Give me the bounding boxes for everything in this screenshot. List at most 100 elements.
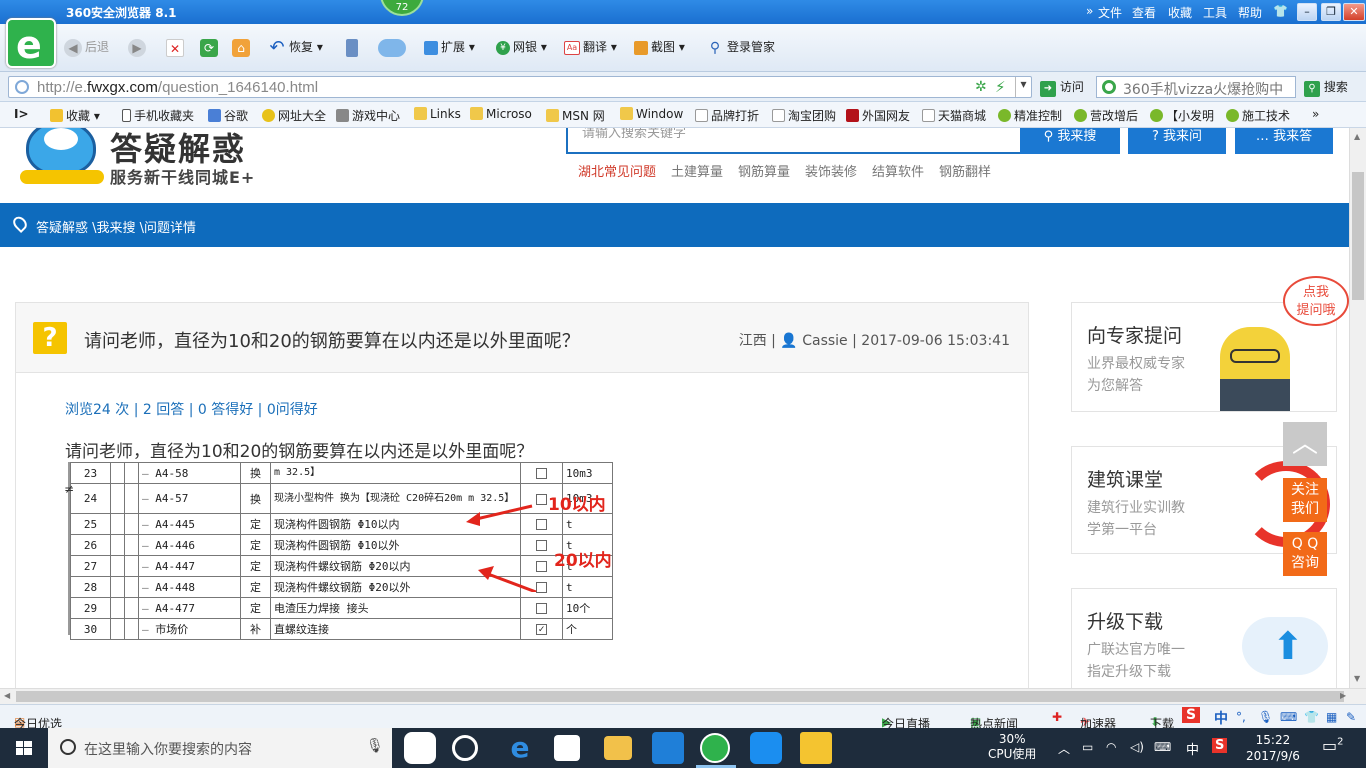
- taskbar-ime[interactable]: 中: [1186, 739, 1199, 758]
- search-engine-input[interactable]: 360手机vizza火爆抢购中: [1096, 76, 1296, 98]
- cpu-monitor[interactable]: 30% CPU使用: [988, 732, 1036, 762]
- start-button[interactable]: [0, 728, 48, 768]
- skin-icon[interactable]: 👕: [1304, 710, 1319, 724]
- login-manager-button[interactable]: ⚲ 登录管家: [706, 36, 775, 58]
- settings-icon[interactable]: ✎: [1346, 710, 1356, 724]
- follow-us-button[interactable]: 关注 我们: [1283, 478, 1327, 522]
- bookmark-google[interactable]: 谷歌: [208, 107, 248, 124]
- back-button[interactable]: ◀ 后退: [64, 36, 109, 58]
- hotlink-settlement[interactable]: 结算软件: [872, 161, 924, 180]
- bookmark-vat-reform[interactable]: 营改增后: [1074, 107, 1138, 124]
- ask-me-button[interactable]: ? 我来问: [1128, 128, 1226, 154]
- compat-icon[interactable]: ✲: [975, 79, 987, 95]
- breadcrumb[interactable]: 答疑解惑 \我来搜 \问题详情: [36, 217, 196, 236]
- chevron-menu-icon[interactable]: »: [1086, 4, 1093, 18]
- hotlink-rebar-layout[interactable]: 钢筋翻样: [939, 161, 991, 180]
- bookmark-windows[interactable]: Window: [620, 107, 683, 121]
- toolbox-icon[interactable]: ▦: [1326, 710, 1337, 724]
- bookmark-tmall[interactable]: 天猫商城: [922, 107, 986, 124]
- close-button[interactable]: ✕: [1343, 3, 1365, 21]
- notes-icon[interactable]: [800, 732, 832, 764]
- bookmark-taobao-group[interactable]: 淘宝团购: [772, 107, 836, 124]
- search-me-button[interactable]: ⚲ 我来搜: [1020, 128, 1120, 154]
- bookmark-microsoft[interactable]: Microso: [470, 107, 532, 121]
- site-search-input[interactable]: 请输入搜索关键字: [566, 128, 1022, 154]
- bookmark-mobile[interactable]: 手机收藏夹: [122, 107, 194, 124]
- menu-tools[interactable]: 工具: [1203, 4, 1227, 21]
- edge-icon[interactable]: e: [504, 732, 536, 764]
- bookmark-brand-discount[interactable]: 品牌打折: [695, 107, 759, 124]
- bookmarks-more-icon[interactable]: »: [1312, 107, 1319, 121]
- home-button[interactable]: ⌂: [232, 36, 253, 58]
- taskbar-search-input[interactable]: 在这里输入你要搜索的内容 🎙: [48, 728, 392, 768]
- row-checkbox[interactable]: [520, 462, 563, 484]
- address-url[interactable]: http://e.fwxgx.com/question_1646140.html: [37, 79, 318, 96]
- app-plus-icon[interactable]: [750, 732, 782, 764]
- speed-mode-icon[interactable]: ⚡: [995, 78, 1006, 96]
- app-g-icon[interactable]: [452, 735, 478, 761]
- forward-button[interactable]: ▶: [128, 36, 149, 58]
- sidebar-toggle-icon[interactable]: I>: [14, 107, 29, 121]
- vertical-scroll-thumb[interactable]: [1352, 172, 1364, 300]
- sogou-ime-icon[interactable]: S: [1182, 707, 1201, 723]
- minimize-button[interactable]: –: [1297, 3, 1317, 21]
- battery-icon[interactable]: ▭: [1082, 740, 1093, 754]
- hotlink-rebar[interactable]: 钢筋算量: [738, 161, 790, 180]
- back-to-top-button[interactable]: ︿: [1283, 422, 1327, 466]
- medical-icon[interactable]: ✚: [1052, 710, 1062, 724]
- search-button[interactable]: ⚲ 搜索: [1304, 78, 1348, 97]
- 360-browser-taskbar-icon[interactable]: [700, 733, 730, 763]
- screenshot-button[interactable]: 截图 ▾: [634, 36, 685, 58]
- bookmark-favorites[interactable]: 收藏 ▾: [50, 107, 100, 124]
- hotlink-hubei[interactable]: 湖北常见问题: [578, 161, 656, 180]
- vertical-scrollbar[interactable]: ▲ ▼: [1349, 128, 1366, 688]
- qq-consult-button[interactable]: Q Q 咨询: [1283, 532, 1327, 576]
- menu-favorites[interactable]: 收藏: [1168, 4, 1192, 21]
- volume-icon[interactable]: ◁): [1130, 740, 1144, 754]
- skin-icon[interactable]: 👕: [1273, 4, 1288, 18]
- address-dropdown-icon[interactable]: ▾: [1015, 77, 1031, 97]
- ime-mode[interactable]: 中: [1214, 708, 1228, 728]
- restore-button[interactable]: ❐: [1321, 3, 1341, 21]
- upgrade-card[interactable]: 升级下载 广联达官方唯一 指定升级下载 ⬆: [1071, 588, 1337, 688]
- horizontal-scroll-thumb[interactable]: [16, 691, 1344, 702]
- tray-expand-icon[interactable]: ︿: [1058, 740, 1070, 757]
- bookmark-links[interactable]: Links: [414, 107, 461, 121]
- bookmark-foreign-users[interactable]: 外国网友: [846, 107, 910, 124]
- refresh-button[interactable]: ⟳: [200, 36, 221, 58]
- sogou-tray-icon[interactable]: S: [1212, 738, 1228, 753]
- menu-file[interactable]: 文件: [1098, 4, 1122, 21]
- visit-button[interactable]: ➜ 访问: [1040, 78, 1084, 97]
- question-user[interactable]: Cassie: [802, 333, 847, 349]
- bookmark-games[interactable]: 游戏中心: [336, 107, 400, 124]
- horizontal-scrollbar[interactable]: ◀ ▶: [0, 688, 1366, 704]
- extensions-button[interactable]: 扩展 ▾: [424, 36, 475, 58]
- row-checkbox[interactable]: ✓: [520, 618, 563, 640]
- address-bar[interactable]: http://e.fwxgx.com/question_1646140.html…: [8, 76, 1032, 98]
- restore-tab-button[interactable]: ↶ 恢复 ▾: [268, 36, 322, 58]
- clock[interactable]: 15:22 2017/9/6: [1246, 732, 1300, 764]
- store-icon[interactable]: [554, 735, 580, 761]
- hotlink-decoration[interactable]: 装饰装修: [805, 161, 857, 180]
- punctuation-icon[interactable]: °,: [1236, 710, 1246, 724]
- touch-keyboard-icon[interactable]: ⌨: [1154, 740, 1171, 754]
- microphone-icon[interactable]: 🎙: [366, 738, 384, 754]
- task-view-icon[interactable]: [404, 732, 436, 764]
- score-badge[interactable]: 72: [380, 0, 424, 16]
- app-glodon-icon[interactable]: [652, 732, 684, 764]
- translate-button[interactable]: Aa 翻译 ▾: [564, 36, 617, 58]
- file-explorer-icon[interactable]: [604, 736, 632, 760]
- netbank-button[interactable]: ¥ 网银 ▾: [496, 36, 547, 58]
- bookmark-precise-control[interactable]: 精准控制: [998, 107, 1062, 124]
- bookmark-msn[interactable]: MSN 网: [546, 107, 605, 124]
- hotlink-civil[interactable]: 土建算量: [671, 161, 723, 180]
- keyboard-icon[interactable]: ⌨: [1280, 710, 1297, 724]
- bookmark-hao[interactable]: 网址大全: [262, 107, 326, 124]
- mobile-button[interactable]: [346, 36, 361, 58]
- menu-help[interactable]: 帮助: [1238, 4, 1262, 21]
- menu-view[interactable]: 查看: [1132, 4, 1156, 21]
- browser-logo-icon[interactable]: e: [6, 18, 56, 68]
- answer-me-button[interactable]: … 我来答: [1235, 128, 1333, 154]
- bookmark-invention[interactable]: 【小发明: [1150, 107, 1214, 124]
- stop-button[interactable]: ✕: [166, 36, 187, 58]
